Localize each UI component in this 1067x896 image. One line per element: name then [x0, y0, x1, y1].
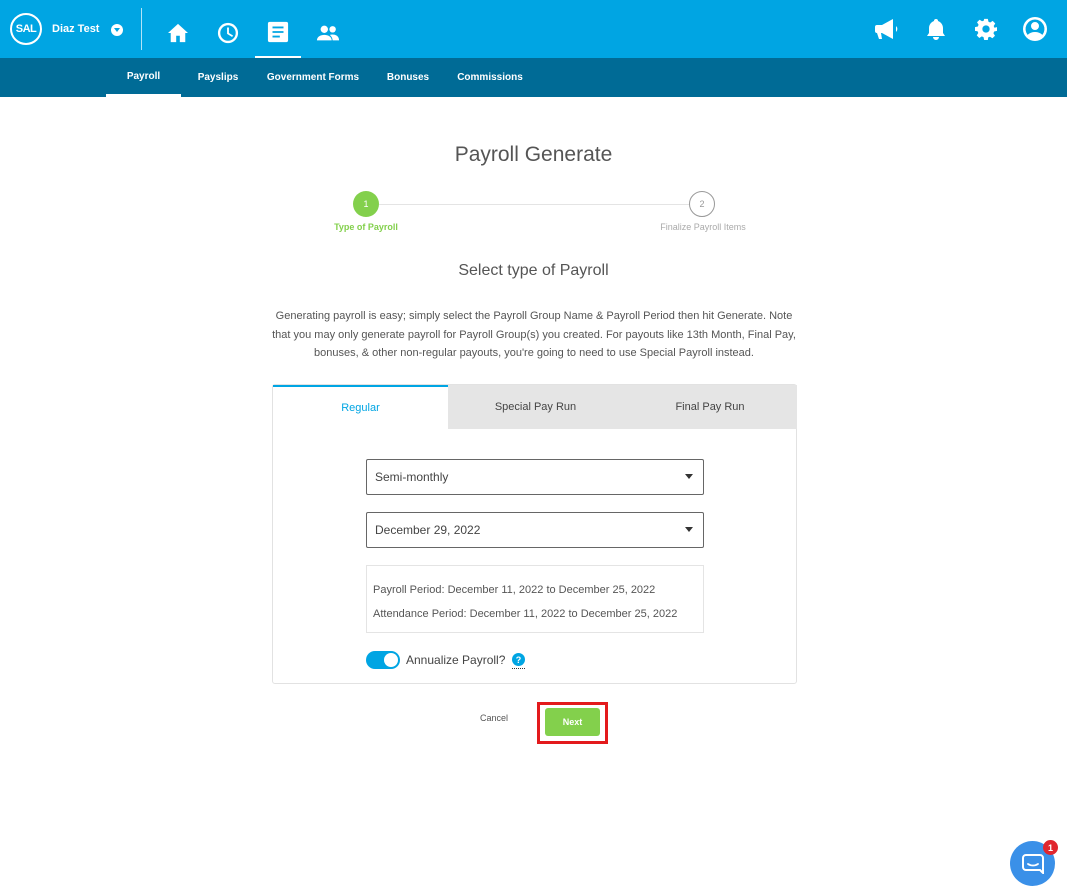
tab-final-pay-run[interactable]: Final Pay Run: [623, 385, 797, 429]
annualize-label: Annualize Payroll?: [406, 653, 506, 667]
payroll-date-select[interactable]: December 29, 2022: [366, 512, 704, 548]
page-title: Payroll Generate: [454, 143, 613, 166]
sal-logo: SAL: [10, 13, 42, 45]
company-switcher[interactable]: SAL Diaz Test: [10, 13, 124, 45]
payroll-group-select[interactable]: Semi-monthly: [366, 459, 704, 495]
chat-badge: 1: [1043, 840, 1058, 855]
header-divider: [141, 8, 142, 50]
tab-commissions[interactable]: Commissions: [453, 58, 527, 97]
period-info-box: Payroll Period: December 11, 2022 to Dec…: [366, 565, 704, 633]
tab-government-forms[interactable]: Government Forms: [263, 58, 363, 97]
megaphone-icon[interactable]: [874, 16, 900, 42]
chevron-down-icon[interactable]: [111, 24, 124, 36]
bell-icon[interactable]: [923, 16, 949, 42]
cancel-button[interactable]: Cancel: [480, 713, 508, 723]
clock-icon[interactable]: [205, 8, 251, 58]
company-name: Diaz Test: [52, 23, 100, 35]
tab-bonuses[interactable]: Bonuses: [382, 58, 434, 97]
document-icon[interactable]: [255, 8, 301, 58]
step-1-indicator: 1: [353, 191, 379, 217]
sub-navigation: Payroll Payslips Government Forms Bonuse…: [0, 58, 1067, 97]
payroll-date-value: December 29, 2022: [375, 523, 481, 537]
tab-special-pay-run[interactable]: Special Pay Run: [448, 385, 623, 429]
next-button[interactable]: Next: [545, 708, 600, 736]
payroll-type-card: Regular Special Pay Run Final Pay Run Se…: [272, 384, 797, 684]
payroll-period-text: Payroll Period: December 11, 2022 to Dec…: [373, 584, 656, 596]
step-2-label: Finalize Payroll Items: [660, 222, 746, 232]
intro-text: Generating payroll is easy; simply selec…: [272, 310, 796, 359]
home-icon[interactable]: [155, 8, 201, 58]
attendance-period-text: Attendance Period: December 11, 2022 to …: [373, 608, 678, 620]
people-icon[interactable]: [305, 8, 351, 58]
step-2-indicator: 2: [689, 191, 715, 217]
section-title: Select type of Payroll: [458, 262, 609, 279]
annualize-toggle[interactable]: [366, 651, 400, 669]
step-1-label: Type of Payroll: [334, 222, 398, 232]
help-icon[interactable]: ?: [512, 653, 525, 666]
dropdown-arrow-icon: [685, 474, 693, 479]
chat-icon: [1021, 853, 1044, 874]
user-icon[interactable]: [1022, 16, 1048, 42]
stepper-line: [379, 204, 689, 205]
gear-icon[interactable]: [973, 16, 999, 42]
tab-payroll[interactable]: Payroll: [106, 58, 181, 97]
top-bar: SAL Diaz Test: [0, 0, 1067, 58]
dropdown-arrow-icon: [685, 527, 693, 532]
help-underline: [512, 668, 525, 669]
tab-regular[interactable]: Regular: [273, 385, 448, 429]
payroll-group-value: Semi-monthly: [375, 470, 449, 484]
tab-payslips[interactable]: Payslips: [192, 58, 244, 97]
